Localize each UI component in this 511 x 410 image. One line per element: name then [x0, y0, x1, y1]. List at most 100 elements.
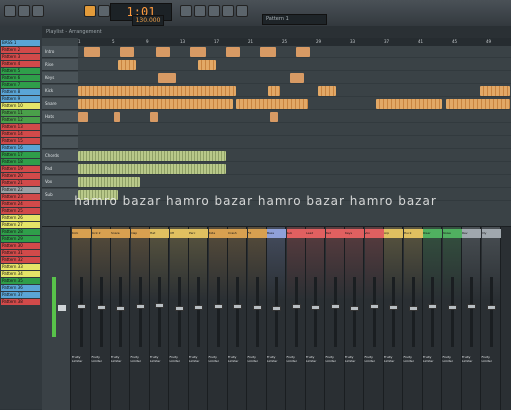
track-label[interactable]: Vox: [42, 176, 78, 188]
channel-item[interactable]: Pattern 29: [1, 236, 40, 242]
pattern-clip[interactable]: [158, 73, 176, 83]
channel-item[interactable]: Pattern 12: [1, 117, 40, 123]
pattern-clip[interactable]: [78, 99, 233, 109]
mixer-strip[interactable]: Bass Fruity Limiter: [267, 227, 286, 410]
track-label[interactable]: Intro: [42, 46, 78, 58]
fader-knob[interactable]: [311, 305, 320, 310]
fader-knob[interactable]: [408, 306, 418, 312]
channel-item[interactable]: Pattern 7: [1, 82, 40, 88]
pattern-clip[interactable]: [78, 164, 226, 174]
channel-item[interactable]: Pattern 9: [1, 96, 40, 102]
channel-item[interactable]: Pattern 38: [1, 299, 40, 305]
fader-knob[interactable]: [174, 305, 184, 311]
mixer-strip[interactable]: Clap Fruity Limiter: [130, 227, 150, 410]
track-label[interactable]: Kick: [42, 85, 78, 97]
metronome-icon[interactable]: [194, 5, 206, 17]
pattern-clip[interactable]: [190, 47, 206, 57]
fader-knob[interactable]: [486, 305, 496, 310]
pattern-clip[interactable]: [198, 60, 216, 70]
pattern-clip[interactable]: [156, 47, 170, 57]
track-row[interactable]: [78, 111, 511, 123]
mixer-strip[interactable]: Ride Fruity Limiter: [208, 227, 228, 410]
playlist-icon[interactable]: [222, 5, 234, 17]
track-label[interactable]: Snare: [42, 98, 78, 110]
mixer-strip[interactable]: Noise Fruity Limiter: [442, 227, 462, 410]
menu-icon[interactable]: [4, 5, 16, 17]
record-icon[interactable]: [18, 5, 30, 17]
pattern-clip[interactable]: [270, 112, 278, 122]
piano-roll-icon[interactable]: [236, 5, 248, 17]
pattern-song-toggle[interactable]: [98, 5, 110, 17]
pattern-clip[interactable]: [376, 99, 442, 109]
fx-slot[interactable]: Fruity Limiter: [228, 355, 247, 363]
fx-slot[interactable]: Fruity Limiter: [404, 355, 423, 363]
fader-knob[interactable]: [350, 305, 359, 311]
channel-item[interactable]: Pattern 37: [1, 292, 40, 298]
track-row[interactable]: [78, 59, 511, 71]
pattern-clip[interactable]: [78, 177, 140, 187]
track-label[interactable]: Pad: [42, 163, 78, 175]
channel-item[interactable]: Pattern 36: [1, 285, 40, 291]
channel-item[interactable]: Pattern 14: [1, 131, 40, 137]
track-row[interactable]: [78, 85, 511, 97]
stop-icon[interactable]: [32, 5, 44, 17]
play-icon[interactable]: [84, 5, 96, 17]
playlist-header[interactable]: Playlist - Arrangement: [42, 26, 511, 38]
pattern-clip[interactable]: [150, 112, 158, 122]
fx-slot[interactable]: Fruity Limiter: [170, 355, 189, 363]
channel-item[interactable]: Pattern 31: [1, 250, 40, 256]
fader-knob[interactable]: [135, 304, 145, 310]
master-fader[interactable]: [58, 305, 66, 311]
pattern-clip[interactable]: [446, 99, 510, 109]
channel-item[interactable]: Pattern 30: [1, 243, 40, 249]
fx-slot[interactable]: Fruity Limiter: [131, 355, 150, 363]
channel-item[interactable]: Pattern 19: [1, 166, 40, 172]
fx-slot[interactable]: Fruity Limiter: [287, 355, 306, 363]
fx-slot[interactable]: Fruity Limiter: [423, 355, 442, 363]
fader-knob[interactable]: [389, 305, 398, 310]
mixer-strip[interactable]: Rev Fruity Limiter: [462, 227, 481, 410]
track-row[interactable]: [78, 150, 511, 162]
channel-item[interactable]: Pattern 10: [1, 103, 40, 109]
pattern-clip[interactable]: [114, 112, 120, 122]
fx-slot[interactable]: Fruity Limiter: [72, 355, 91, 363]
mixer-strip[interactable]: Kick Fruity Limiter: [72, 227, 91, 410]
mixer-strip[interactable]: Pluck Fruity Limiter: [403, 227, 423, 410]
pattern-clip[interactable]: [84, 47, 100, 57]
channel-item[interactable]: Pattern 16: [1, 145, 40, 151]
mixer-strip[interactable]: Dly Fruity Limiter: [481, 227, 501, 410]
channel-item[interactable]: Pattern 21: [1, 180, 40, 186]
pattern-clip[interactable]: [150, 86, 236, 96]
track-row[interactable]: [78, 124, 511, 136]
pattern-clip[interactable]: [318, 86, 336, 96]
channel-item[interactable]: Pattern 2: [1, 47, 40, 53]
fader-knob[interactable]: [369, 303, 379, 309]
fader-knob[interactable]: [116, 306, 125, 312]
snap-icon[interactable]: [180, 5, 192, 17]
channel-item[interactable]: Pattern 28: [1, 229, 40, 235]
track-row[interactable]: [78, 98, 511, 110]
channel-item[interactable]: Pattern 32: [1, 257, 40, 263]
mixer-strip[interactable]: Sub Fruity Limiter: [286, 227, 306, 410]
fader-knob[interactable]: [233, 304, 242, 310]
fx-slot[interactable]: Fruity Limiter: [248, 355, 267, 363]
fx-slot[interactable]: Fruity Limiter: [326, 355, 345, 363]
fader-knob[interactable]: [155, 302, 164, 308]
channel-item[interactable]: Pattern 18: [1, 159, 40, 165]
channel-item[interactable]: Pattern 3: [1, 54, 40, 60]
pattern-clip[interactable]: [480, 86, 510, 96]
fx-slot[interactable]: Fruity Limiter: [365, 355, 384, 363]
track-row[interactable]: [78, 176, 511, 188]
mixer-strip[interactable]: Pad Fruity Limiter: [325, 227, 345, 410]
pattern-clip[interactable]: [260, 47, 276, 57]
channel-item[interactable]: Pattern 11: [1, 110, 40, 116]
mixer-icon[interactable]: [208, 5, 220, 17]
pattern-clip[interactable]: [78, 112, 88, 122]
fx-slot[interactable]: Fruity Limiter: [443, 355, 462, 363]
channel-item[interactable]: Pattern 27: [1, 222, 40, 228]
fader-knob[interactable]: [194, 305, 203, 310]
fader-knob[interactable]: [428, 304, 437, 310]
mixer-strip[interactable]: Kick 2 Fruity Limiter: [91, 227, 111, 410]
track-row[interactable]: [78, 72, 511, 84]
track-row[interactable]: [78, 46, 511, 58]
